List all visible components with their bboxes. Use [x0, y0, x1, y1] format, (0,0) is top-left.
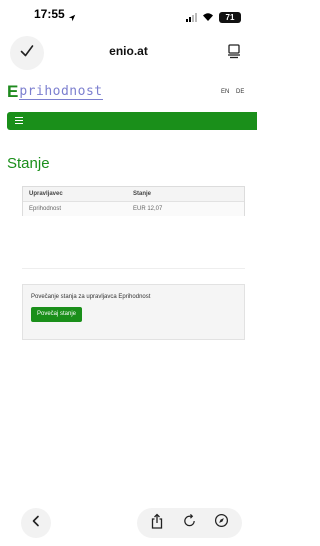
tabs-button[interactable] [223, 42, 245, 64]
column-header-balance: Stanje [133, 191, 152, 197]
balance-table: Upravljavec Stanje Eprihodnost EUR 12,07 [22, 186, 245, 216]
back-button[interactable] [21, 508, 51, 538]
browser-actions [137, 508, 242, 538]
main-nav-bar [7, 112, 257, 130]
section-divider [22, 268, 245, 269]
browser-url-bar: enio.at [0, 28, 257, 74]
balance-cell: EUR 12,07 [133, 206, 163, 212]
logo-mark: E [7, 82, 19, 101]
topup-card: Povečanje stanja za upravljavca Eprihodn… [22, 284, 245, 340]
language-en-link[interactable]: EN [221, 89, 229, 95]
reload-icon [182, 513, 197, 533]
compass-icon [214, 513, 229, 533]
tabs-icon [226, 43, 242, 64]
table-header-row: Upravljavec Stanje [23, 187, 244, 202]
chevron-left-icon [30, 514, 42, 532]
page-title: Stanje [7, 155, 50, 172]
share-icon [150, 513, 164, 534]
battery-icon: 71 [219, 11, 241, 23]
compass-button[interactable] [211, 512, 233, 534]
column-header-manager: Upravljavec [29, 191, 63, 197]
site-logo[interactable]: E prihodnost [7, 82, 103, 100]
topup-description: Povečanje stanja za upravljavca Eprihodn… [31, 294, 151, 300]
status-time: 17:55 [34, 7, 65, 21]
language-de-link[interactable]: DE [236, 89, 244, 95]
url-text[interactable]: enio.at [0, 44, 257, 58]
topup-button[interactable]: Povečaj stanje [31, 307, 83, 322]
reload-button[interactable] [178, 512, 200, 534]
cellular-signal-icon [186, 12, 197, 22]
status-icons: 71 [186, 8, 241, 26]
browser-bottom-toolbar [0, 500, 257, 546]
location-arrow-icon [68, 9, 76, 27]
wifi-icon [202, 8, 214, 26]
logo-text: prihodnost [19, 84, 103, 100]
table-row: Eprihodnost EUR 12,07 [23, 202, 244, 216]
manager-cell: Eprihodnost [29, 206, 62, 212]
status-bar: 17:55 71 [0, 0, 257, 28]
share-button[interactable] [146, 512, 168, 534]
hamburger-icon[interactable] [15, 117, 23, 124]
